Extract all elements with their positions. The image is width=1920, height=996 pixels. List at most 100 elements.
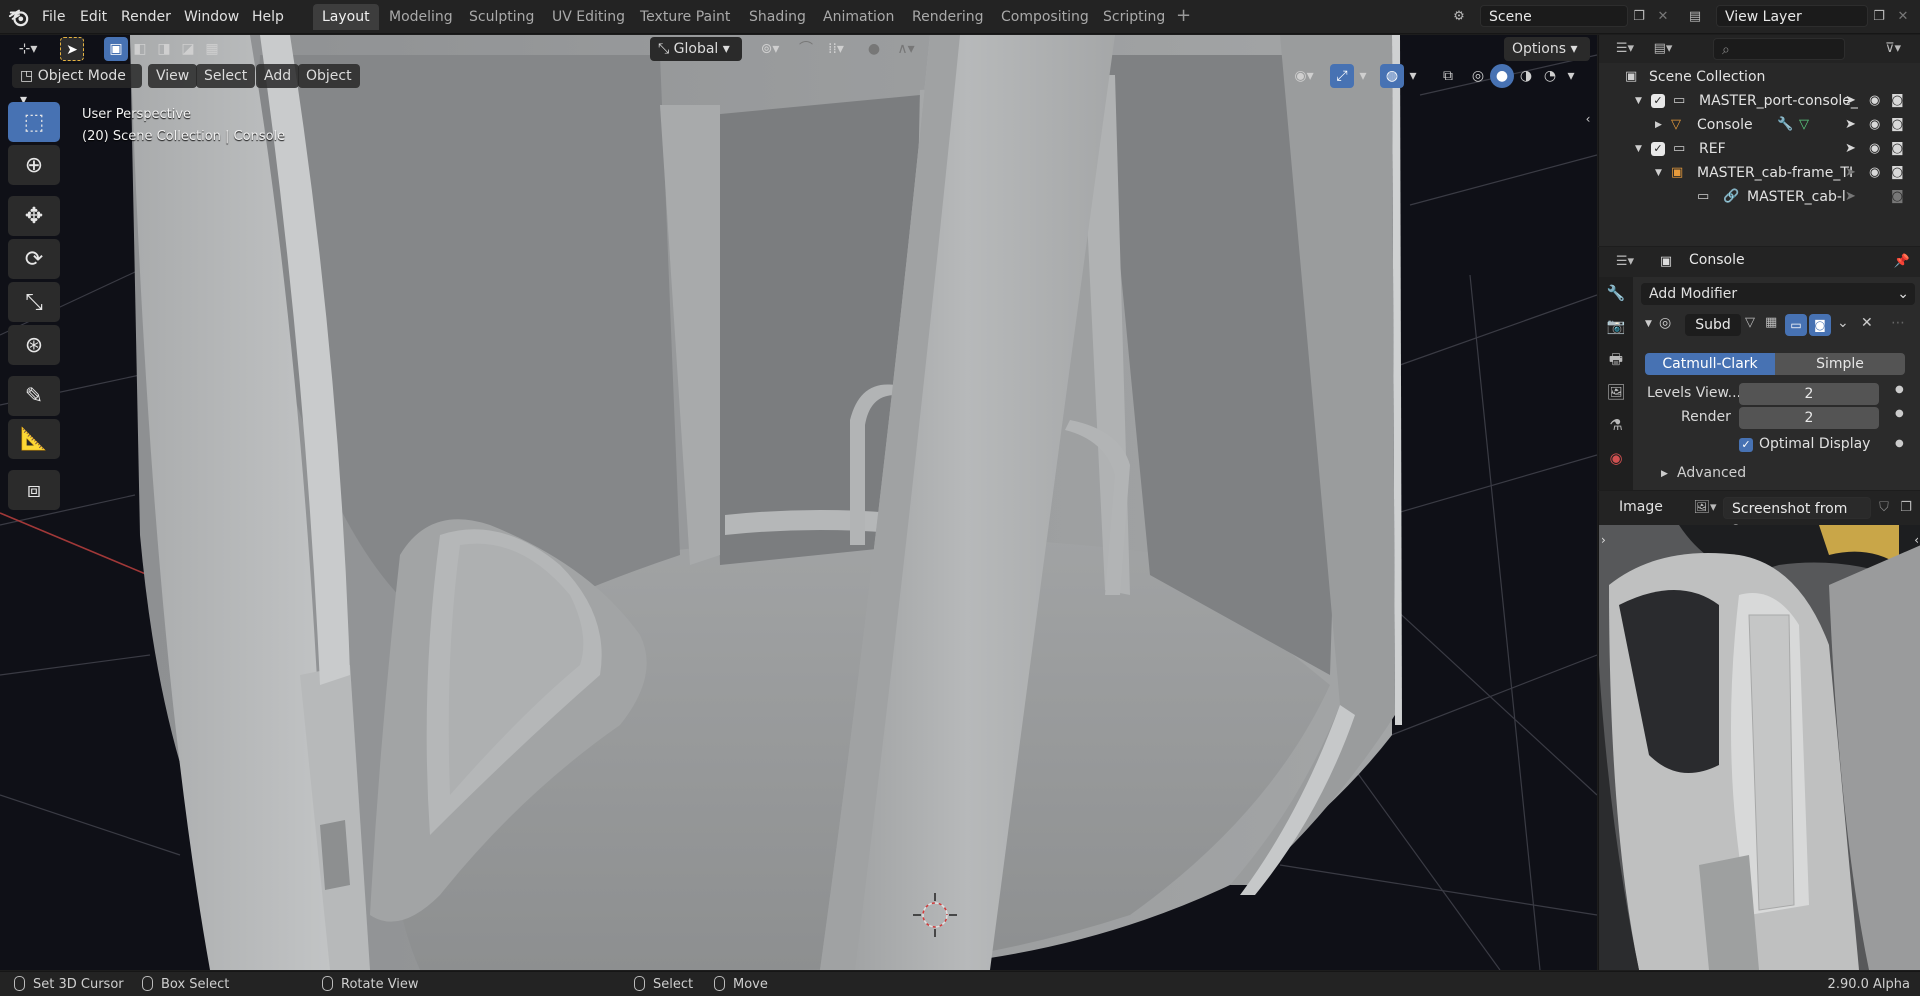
modifier-name-field[interactable]: Subd: [1685, 314, 1741, 336]
tab-rendering[interactable]: Rendering: [903, 4, 993, 30]
gizmo-dropdown-icon[interactable]: ▾: [1354, 64, 1372, 88]
select-arrow-icon[interactable]: ➤: [1845, 89, 1856, 113]
cage-toggle-icon[interactable]: ▦: [1765, 315, 1777, 330]
sidebar-toggle-icon[interactable]: ‹: [1914, 533, 1919, 547]
menu-select[interactable]: Select: [196, 64, 256, 88]
outliner-row[interactable]: ▼ ▣ MASTER_cab-frame_TI ➤ ◉ ◙: [1599, 161, 1920, 185]
catmull-clark-button[interactable]: Catmull-Clark: [1645, 353, 1775, 375]
select-arrow-icon[interactable]: ➤: [1845, 137, 1856, 161]
scene-field[interactable]: Scene: [1480, 5, 1628, 27]
tool-tab-icon[interactable]: 🔧: [1599, 277, 1633, 310]
measure-tool-icon[interactable]: 📐: [8, 419, 60, 459]
fake-user-icon[interactable]: ⛉: [1873, 497, 1895, 519]
reference-image[interactable]: › ‹: [1599, 525, 1920, 970]
overlays-dropdown-icon[interactable]: ▾: [1404, 64, 1422, 88]
advanced-expand-icon[interactable]: ▶: [1661, 469, 1668, 479]
view-layer-field[interactable]: View Layer: [1716, 5, 1868, 27]
rendered-shading-icon[interactable]: ◔: [1538, 64, 1562, 88]
tab-layout[interactable]: Layout: [313, 4, 379, 30]
menu-add[interactable]: Add: [256, 64, 300, 88]
image-browse-icon[interactable]: 🖼▾: [1689, 497, 1721, 519]
modifier-menu-icon[interactable]: ⌄: [1837, 315, 1849, 331]
menu-file[interactable]: File: [36, 6, 71, 28]
camera-icon[interactable]: ◙: [1891, 113, 1904, 137]
rotate-tool-icon[interactable]: ⟳: [8, 239, 60, 279]
delete-view-layer-icon[interactable]: ✕: [1892, 6, 1914, 28]
add-cube-tool-icon[interactable]: ⧈: [8, 470, 60, 510]
levels-viewport-field[interactable]: 2: [1739, 383, 1879, 405]
menu-view[interactable]: View: [148, 64, 198, 88]
camera-icon[interactable]: ◙: [1891, 185, 1904, 209]
expand-arrow-icon[interactable]: ▼: [1635, 89, 1642, 113]
eye-icon[interactable]: ◉: [1869, 137, 1880, 161]
view-layer-browse-icon[interactable]: ▤: [1684, 6, 1706, 28]
eye-icon[interactable]: ◉: [1869, 161, 1880, 185]
add-modifier-dropdown[interactable]: Add Modifier ⌄: [1641, 283, 1915, 305]
modifier-collapse-icon[interactable]: ▼: [1645, 319, 1652, 329]
simple-button[interactable]: Simple: [1775, 353, 1905, 375]
new-image-icon[interactable]: ❐: [1895, 497, 1917, 519]
tab-shading[interactable]: Shading: [740, 4, 815, 30]
tab-uv-editing[interactable]: UV Editing: [543, 4, 634, 30]
tab-compositing[interactable]: Compositing: [992, 4, 1098, 30]
tab-animation[interactable]: Animation: [814, 4, 903, 30]
keyframe-dot-icon[interactable]: ●: [1895, 438, 1904, 449]
tab-modeling[interactable]: Modeling: [380, 4, 462, 30]
overlays-icon[interactable]: ◍: [1380, 64, 1404, 88]
properties-editor-type-icon[interactable]: ☰▾: [1609, 251, 1641, 273]
select-arrow-icon[interactable]: ➤: [1845, 185, 1856, 209]
image-name-field[interactable]: Screenshot from 2...: [1723, 497, 1871, 539]
camera-icon[interactable]: ◙: [1891, 89, 1904, 113]
tab-scripting[interactable]: Scripting: [1094, 4, 1174, 30]
annotate-tool-icon[interactable]: ✎: [8, 376, 60, 416]
world-tab-icon[interactable]: ◉: [1599, 442, 1633, 475]
scene-collection-row[interactable]: ▣ Scene Collection: [1599, 65, 1920, 89]
image-menu[interactable]: Image: [1619, 499, 1663, 515]
viewport-display-toggle-icon[interactable]: ▭: [1785, 314, 1807, 336]
display-mode-icon[interactable]: ▤▾: [1647, 38, 1679, 60]
optimal-display-checkbox[interactable]: ✓: [1739, 438, 1753, 452]
scene-browse-icon[interactable]: ⚙: [1448, 6, 1470, 28]
filter-icon[interactable]: ⊽▾: [1877, 38, 1909, 60]
toolbar-toggle-icon[interactable]: ›: [1601, 533, 1606, 547]
outliner-row[interactable]: ▼ ✓ ▭ REF ➤ ◉ ◙: [1599, 137, 1920, 161]
outliner-search-input[interactable]: ⌕: [1713, 38, 1845, 60]
move-tool-icon[interactable]: ✥: [8, 196, 60, 236]
outliner-row[interactable]: ▼ ✓ ▭ MASTER_port-console_ ➤ ◉ ◙: [1599, 89, 1920, 113]
visibility-icon[interactable]: ◉▾: [1286, 64, 1322, 88]
scale-tool-icon[interactable]: ⤡: [8, 282, 60, 322]
camera-icon[interactable]: ◙: [1891, 137, 1904, 161]
tab-sculpting[interactable]: Sculpting: [460, 4, 543, 30]
exclude-checkbox[interactable]: ✓: [1651, 94, 1665, 108]
render-toggle-icon[interactable]: ◙: [1809, 314, 1831, 336]
3d-viewport[interactable]: [0, 35, 1597, 970]
menu-object[interactable]: Object: [298, 64, 360, 88]
drag-handle-icon[interactable]: ⋯: [1891, 315, 1905, 331]
sidebar-toggle-icon[interactable]: ‹: [1580, 107, 1596, 131]
transform-tool-icon[interactable]: ⊛: [8, 325, 60, 365]
mode-dropdown[interactable]: ◳ Object Mode ▾: [12, 64, 142, 108]
camera-icon[interactable]: ◙: [1891, 161, 1904, 185]
menu-help[interactable]: Help: [246, 6, 290, 28]
menu-window[interactable]: Window: [178, 6, 245, 28]
scene-tab-icon[interactable]: ⚗: [1599, 409, 1633, 442]
delete-scene-icon[interactable]: ✕: [1652, 6, 1674, 28]
render-tab-icon[interactable]: 📷: [1599, 310, 1633, 343]
expand-arrow-icon[interactable]: ▼: [1655, 161, 1662, 185]
outliner-row[interactable]: ▭ 🔗 MASTER_cab-l ➤ ◙: [1599, 185, 1920, 209]
shading-dropdown-icon[interactable]: ▾: [1562, 64, 1580, 88]
new-scene-icon[interactable]: ❐: [1628, 6, 1650, 28]
tab-texture-paint[interactable]: Texture Paint: [631, 4, 739, 30]
new-view-layer-icon[interactable]: ❐: [1868, 6, 1890, 28]
xray-icon[interactable]: ⧉: [1436, 64, 1460, 88]
eye-icon[interactable]: ◉: [1869, 89, 1880, 113]
select-arrow-icon[interactable]: ➤: [1845, 113, 1856, 137]
select-arrow-icon[interactable]: ➤: [1845, 161, 1856, 185]
select-box-tool-icon[interactable]: ⬚: [8, 102, 60, 142]
add-workspace-icon[interactable]: +: [1176, 5, 1191, 26]
expand-arrow-icon[interactable]: ▼: [1635, 137, 1642, 161]
pin-icon[interactable]: 📌: [1891, 251, 1913, 273]
gizmo-icon[interactable]: ⤢: [1330, 64, 1354, 88]
advanced-subpanel[interactable]: Advanced: [1677, 465, 1746, 481]
keyframe-dot-icon[interactable]: ●: [1895, 384, 1904, 395]
